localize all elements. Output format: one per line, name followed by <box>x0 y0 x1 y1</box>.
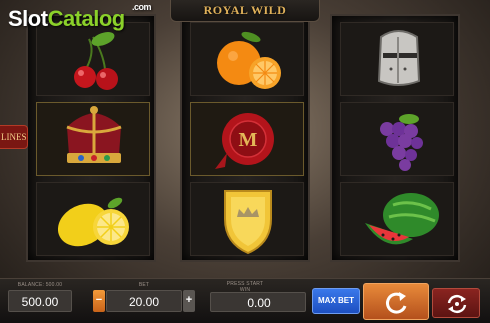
autoplay-button[interactable] <box>432 288 480 318</box>
reel-2-cell-1 <box>190 22 304 96</box>
bet-increase-button[interactable]: + <box>183 290 195 312</box>
spin-icon <box>386 292 407 314</box>
crown-icon <box>66 106 122 163</box>
seal-letter: M <box>239 129 258 151</box>
game-title: ROYAL WILD <box>203 3 287 17</box>
bet-decrease-button[interactable]: − <box>93 290 105 312</box>
reel-1-cell-2 <box>36 102 150 176</box>
lines-tab-label: LINES <box>1 132 27 142</box>
game-scene: M ROYAL WILD LINES SlotCatalog .com BALA… <box>0 0 490 323</box>
reel-2-cell-3 <box>190 182 304 256</box>
balance-label: BALANCE: 500.00 <box>17 282 63 288</box>
cherries-icon <box>74 32 118 90</box>
reel-1-cell-3 <box>36 182 150 256</box>
reel-1-cell-1 <box>36 22 150 96</box>
max-bet-label: MAX BET <box>318 296 354 305</box>
bet-label: BET <box>138 282 150 288</box>
reel-2: M <box>180 14 310 262</box>
reel-2-cell-2: M <box>190 102 304 176</box>
watermark-part1: Slot <box>8 6 48 31</box>
reel-3 <box>330 14 460 262</box>
reel-3-cell-2 <box>340 102 454 176</box>
wax-seal-m-icon: M <box>215 113 274 169</box>
win-value: 0.00 <box>247 296 271 310</box>
plus-icon: + <box>185 294 193 306</box>
watermark-part2: Catalog <box>47 6 126 31</box>
bet-value: 20.00 <box>128 295 160 309</box>
orange-icon <box>217 31 281 89</box>
bet-box: 20.00 <box>106 290 182 312</box>
reel-3-cell-3 <box>340 182 454 256</box>
shield-crown-icon <box>224 190 272 255</box>
game-title-plate: ROYAL WILD <box>170 0 320 22</box>
autoplay-icon <box>447 294 467 314</box>
win-box: 0.00 <box>210 292 306 312</box>
reel-1 <box>26 14 156 262</box>
knight-helmet-icon <box>377 30 421 86</box>
spin-button[interactable] <box>363 283 429 320</box>
watermark-suffix: .com <box>132 2 152 12</box>
lemon-icon <box>57 197 129 247</box>
watermelon-icon <box>365 193 439 245</box>
reel-3-cell-1 <box>340 22 454 96</box>
max-bet-button[interactable]: MAX BET <box>312 288 360 314</box>
lines-tab[interactable]: LINES <box>0 125 28 149</box>
balance-value: 500.00 <box>21 295 59 309</box>
balance-box: 500.00 <box>8 290 72 312</box>
watermark-logo: SlotCatalog .com <box>8 2 152 32</box>
grapes-icon <box>380 114 423 171</box>
minus-icon: − <box>95 294 103 306</box>
